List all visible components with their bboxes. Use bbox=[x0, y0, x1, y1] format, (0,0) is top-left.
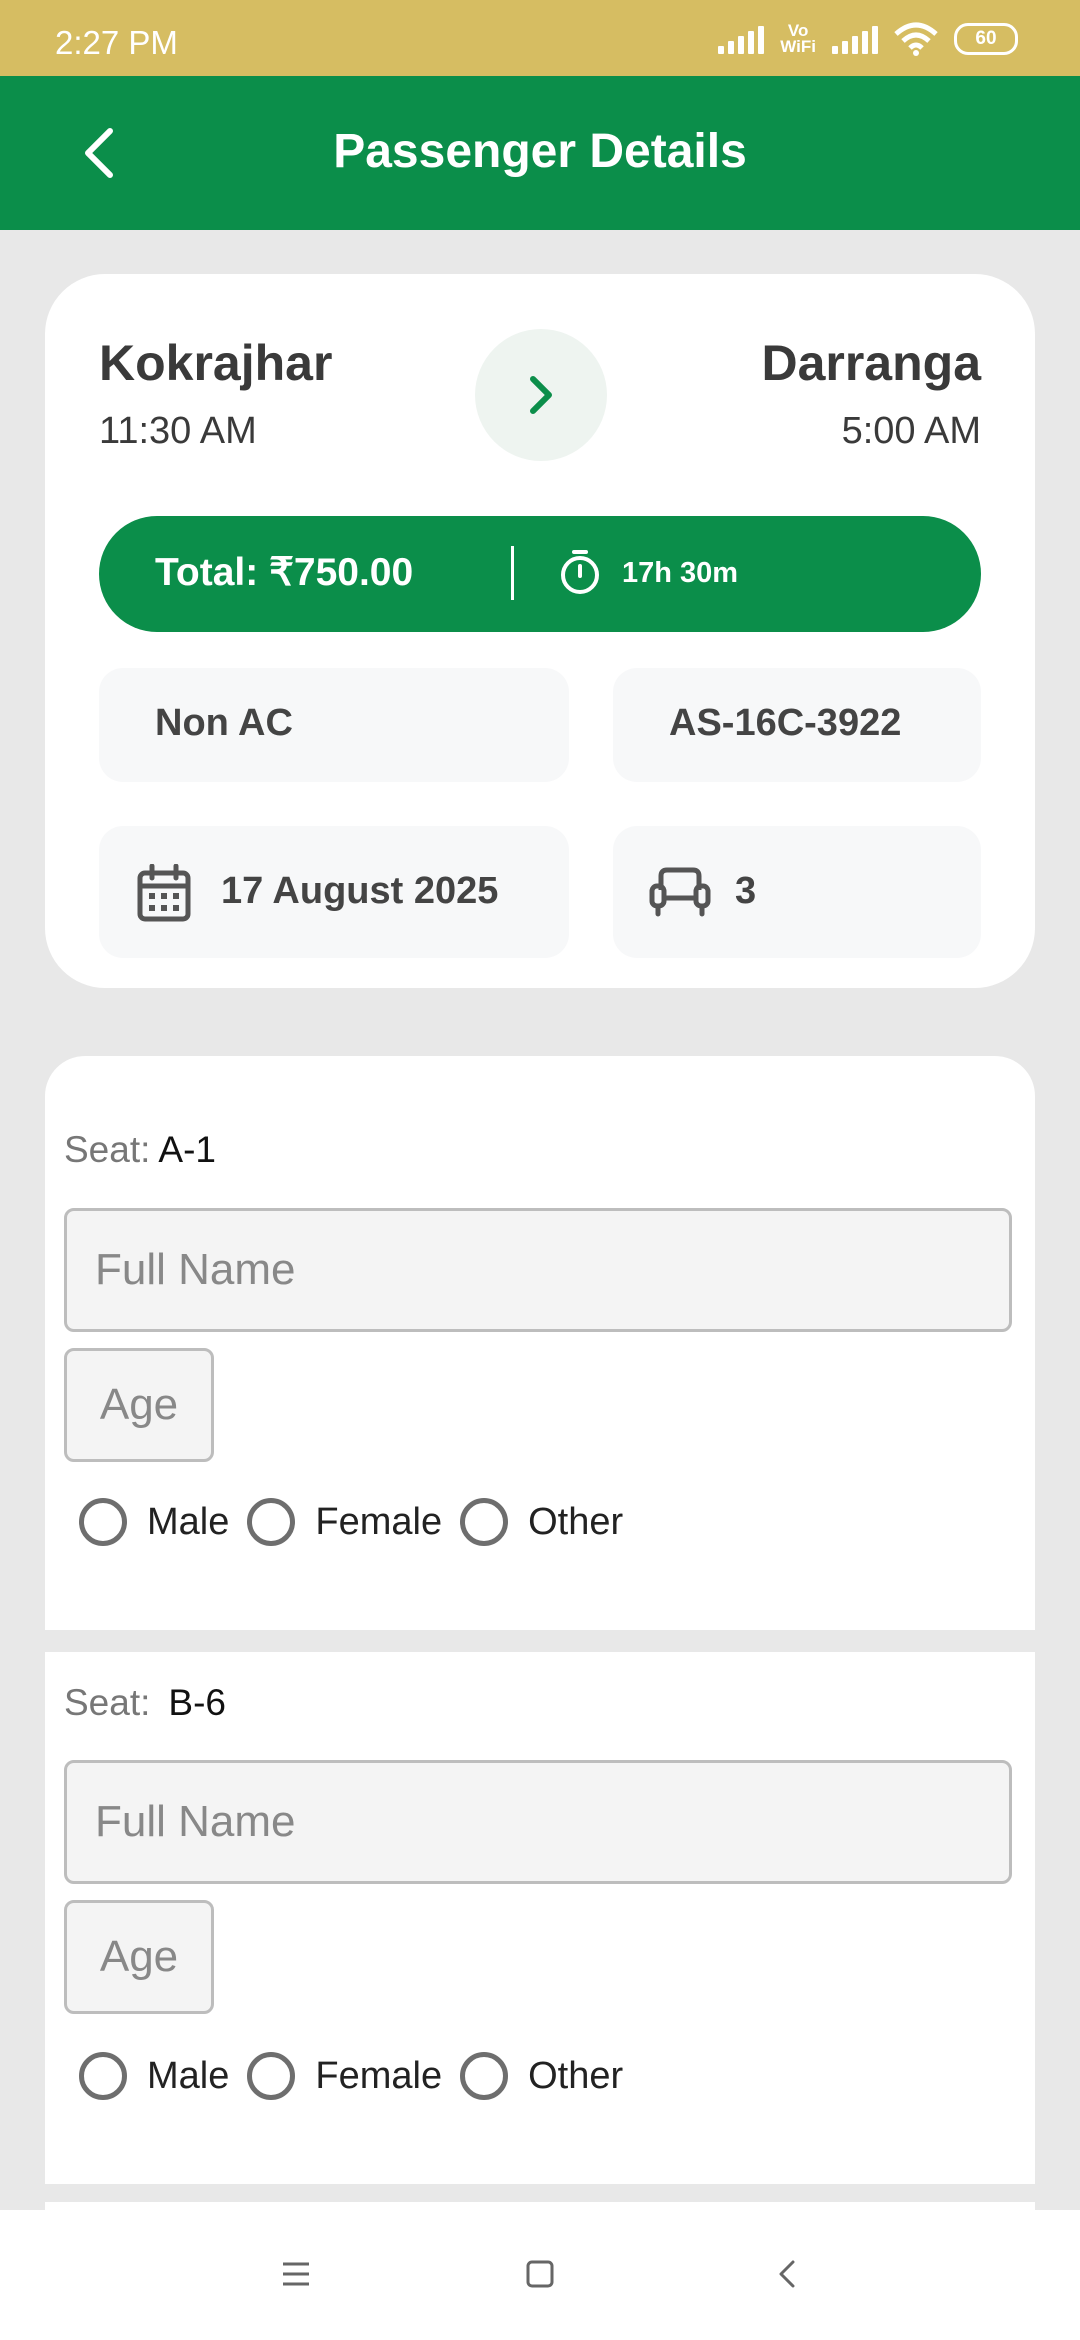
travel-date-chip: 17 August 2025 bbox=[99, 826, 569, 958]
system-nav-bar bbox=[0, 2210, 1080, 2340]
status-bar: 2:27 PM Vo WiFi 60 bbox=[0, 0, 1080, 76]
pill-divider bbox=[511, 546, 514, 600]
radio-circle-icon[interactable] bbox=[247, 2052, 296, 2100]
seat-value: B-6 bbox=[168, 1682, 226, 1723]
destination-city: Darranga bbox=[761, 335, 981, 391]
age-input[interactable]: Age bbox=[64, 1900, 214, 2014]
arrival-time: 5:00 AM bbox=[841, 410, 981, 452]
status-time: 2:27 PM bbox=[55, 24, 178, 61]
total-fare: Total: ₹750.00 bbox=[155, 551, 414, 594]
stopwatch-icon bbox=[561, 550, 599, 594]
home-icon[interactable] bbox=[524, 2258, 556, 2290]
radio-circle-icon[interactable] bbox=[460, 1498, 509, 1546]
radio-circle-icon[interactable] bbox=[247, 1498, 296, 1546]
page-title: Passenger Details bbox=[333, 125, 747, 178]
seat-label: Seat: B-6 bbox=[64, 1682, 226, 1723]
travel-date: 17 August 2025 bbox=[221, 870, 499, 912]
passenger-form: Seat: A-1 Full Name Age Male Female Other bbox=[45, 1056, 1035, 1630]
seat-value: A-1 bbox=[158, 1129, 216, 1170]
full-name-input[interactable]: Full Name bbox=[64, 1760, 1012, 1884]
back-icon[interactable] bbox=[772, 2258, 804, 2290]
radio-circle-icon[interactable] bbox=[79, 2052, 127, 2100]
menu-icon[interactable] bbox=[280, 2258, 312, 2290]
vowifi-icon: Vo WiFi bbox=[780, 21, 816, 56]
trip-duration: 17h 30m bbox=[622, 557, 739, 589]
gender-radio-male[interactable]: Male bbox=[79, 1498, 229, 1546]
signal-icon bbox=[718, 24, 765, 54]
gender-radio-other[interactable]: Other bbox=[460, 1498, 623, 1546]
bus-number: AS-16C-3922 bbox=[669, 702, 902, 744]
fare-duration-pill: Total: ₹750.00 17h 30m bbox=[99, 516, 981, 632]
gender-radio-male[interactable]: Male bbox=[79, 2052, 229, 2100]
signal-icon-2 bbox=[832, 24, 878, 54]
full-name-input[interactable]: Full Name bbox=[64, 1208, 1012, 1332]
gender-radio-female[interactable]: Female bbox=[247, 2052, 442, 2100]
seats-count-chip: 3 bbox=[613, 826, 981, 958]
chevron-right-icon bbox=[530, 376, 552, 414]
seats-count: 3 bbox=[735, 870, 757, 912]
age-input[interactable]: Age bbox=[64, 1348, 214, 1462]
passenger-form: Seat: B-6 Full Name Age Male Female Other bbox=[45, 1652, 1035, 2184]
departure-time: 11:30 AM bbox=[99, 410, 257, 452]
calendar-icon bbox=[137, 864, 191, 922]
battery-icon: 60 bbox=[954, 23, 1018, 55]
route-arrow bbox=[475, 329, 607, 461]
seat-label: Seat: A-1 bbox=[64, 1129, 216, 1170]
origin-city: Kokrajhar bbox=[99, 335, 333, 391]
seat-icon bbox=[649, 867, 711, 917]
bus-type-chip: Non AC bbox=[99, 668, 569, 782]
app-bar: Passenger Details bbox=[0, 76, 1080, 230]
radio-circle-icon[interactable] bbox=[460, 2052, 509, 2100]
gender-radio-group: Male Female Other bbox=[79, 1498, 641, 1546]
gender-radio-female[interactable]: Female bbox=[247, 1498, 442, 1546]
bus-number-chip: AS-16C-3922 bbox=[613, 668, 981, 782]
gender-radio-other[interactable]: Other bbox=[460, 2052, 623, 2100]
gender-radio-group: Male Female Other bbox=[79, 2052, 641, 2100]
wifi-icon bbox=[894, 22, 938, 56]
bus-type: Non AC bbox=[155, 702, 293, 744]
radio-circle-icon[interactable] bbox=[79, 1498, 127, 1546]
status-icons: Vo WiFi 60 bbox=[718, 22, 1018, 56]
trip-summary-card: Kokrajhar 11:30 AM Darranga 5:00 AM Tota… bbox=[45, 274, 1035, 988]
